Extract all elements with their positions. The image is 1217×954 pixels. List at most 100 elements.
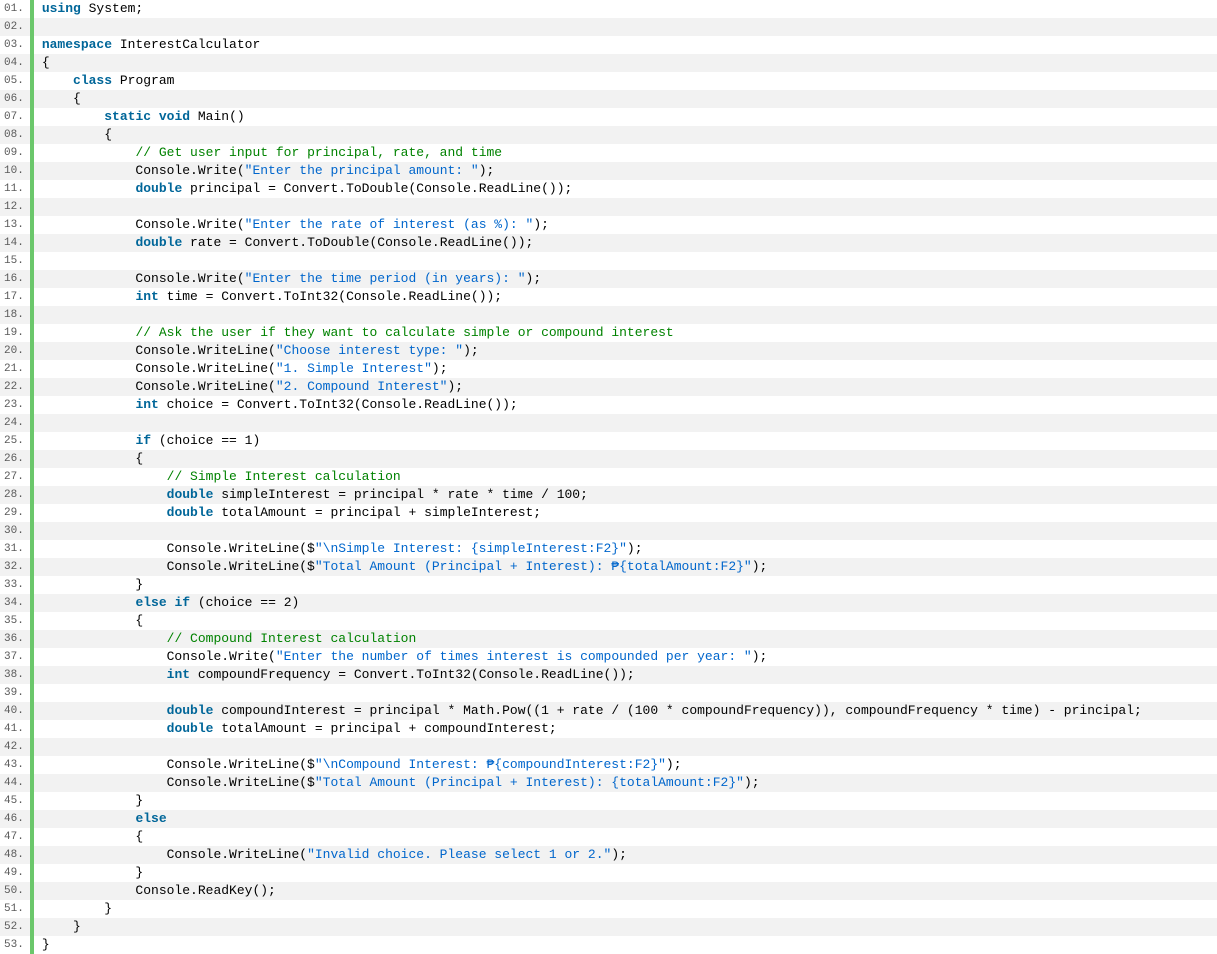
- code-line[interactable]: // Ask the user if they want to calculat…: [34, 324, 1217, 342]
- code-line[interactable]: Console.WriteLine("Invalid choice. Pleas…: [34, 846, 1217, 864]
- line-number: 50.: [0, 882, 30, 900]
- code-line[interactable]: Console.WriteLine("Choose interest type:…: [34, 342, 1217, 360]
- token-pln: [42, 487, 167, 502]
- line-number: 13.: [0, 216, 30, 234]
- code-line[interactable]: double rate = Convert.ToDouble(Console.R…: [34, 234, 1217, 252]
- token-pln: Console.WriteLine(: [42, 847, 307, 862]
- code-line[interactable]: {: [34, 450, 1217, 468]
- token-pln: compoundFrequency = Convert.ToInt32(Cons…: [190, 667, 635, 682]
- token-pln: [42, 289, 136, 304]
- code-line[interactable]: }: [34, 936, 1217, 954]
- token-pln: [42, 109, 104, 124]
- code-line[interactable]: Console.WriteLine("1. Simple Interest");: [34, 360, 1217, 378]
- code-line[interactable]: // Simple Interest calculation: [34, 468, 1217, 486]
- code-line[interactable]: Console.WriteLine($"\nCompound Interest:…: [34, 756, 1217, 774]
- code-line[interactable]: double simpleInterest = principal * rate…: [34, 486, 1217, 504]
- code-line[interactable]: int time = Convert.ToInt32(Console.ReadL…: [34, 288, 1217, 306]
- line-number: 24.: [0, 414, 30, 432]
- code-line[interactable]: [34, 738, 1217, 756]
- code-line[interactable]: double principal = Convert.ToDouble(Cons…: [34, 180, 1217, 198]
- code-line[interactable]: Console.WriteLine($"Total Amount (Princi…: [34, 774, 1217, 792]
- line-number: 30.: [0, 522, 30, 540]
- code-line[interactable]: Console.WriteLine("2. Compound Interest"…: [34, 378, 1217, 396]
- code-line[interactable]: double compoundInterest = principal * Ma…: [34, 702, 1217, 720]
- code-line[interactable]: [34, 306, 1217, 324]
- code-area[interactable]: using System; namespace InterestCalculat…: [34, 0, 1217, 954]
- code-line[interactable]: [34, 414, 1217, 432]
- token-kw: static: [104, 109, 151, 124]
- code-line[interactable]: }: [34, 864, 1217, 882]
- token-pln: totalAmount = principal + simpleInterest…: [213, 505, 541, 520]
- code-line[interactable]: {: [34, 828, 1217, 846]
- code-line[interactable]: [34, 522, 1217, 540]
- code-line[interactable]: else if (choice == 2): [34, 594, 1217, 612]
- token-pln: [42, 505, 167, 520]
- code-line[interactable]: Console.Write("Enter the rate of interes…: [34, 216, 1217, 234]
- line-number: 16.: [0, 270, 30, 288]
- token-pln: [42, 397, 136, 412]
- code-line[interactable]: Console.WriteLine($"Total Amount (Princi…: [34, 558, 1217, 576]
- token-com: // Simple Interest calculation: [167, 469, 401, 484]
- line-number: 47.: [0, 828, 30, 846]
- code-line[interactable]: Console.Write("Enter the time period (in…: [34, 270, 1217, 288]
- token-com: // Compound Interest calculation: [167, 631, 417, 646]
- code-line[interactable]: if (choice == 1): [34, 432, 1217, 450]
- code-line[interactable]: }: [34, 900, 1217, 918]
- code-line[interactable]: int compoundFrequency = Convert.ToInt32(…: [34, 666, 1217, 684]
- code-line[interactable]: {: [34, 90, 1217, 108]
- code-line[interactable]: Console.Write("Enter the principal amoun…: [34, 162, 1217, 180]
- line-number: 33.: [0, 576, 30, 594]
- line-number: 23.: [0, 396, 30, 414]
- code-line[interactable]: {: [34, 126, 1217, 144]
- code-line[interactable]: double totalAmount = principal + compoun…: [34, 720, 1217, 738]
- line-number: 02.: [0, 18, 30, 36]
- token-kw: double: [167, 505, 214, 520]
- line-number: 37.: [0, 648, 30, 666]
- code-line[interactable]: [34, 18, 1217, 36]
- code-line[interactable]: int choice = Convert.ToInt32(Console.Rea…: [34, 396, 1217, 414]
- line-number: 01.: [0, 0, 30, 18]
- token-pln: [42, 703, 167, 718]
- line-number: 19.: [0, 324, 30, 342]
- code-line[interactable]: }: [34, 576, 1217, 594]
- token-pln: Console.WriteLine($: [42, 757, 315, 772]
- token-pln: [151, 109, 159, 124]
- code-line[interactable]: using System;: [34, 0, 1217, 18]
- code-line[interactable]: static void Main(): [34, 108, 1217, 126]
- code-line[interactable]: else: [34, 810, 1217, 828]
- token-pln: simpleInterest = principal * rate * time…: [213, 487, 587, 502]
- token-str: "Total Amount (Principal + Interest): ₱{…: [315, 559, 752, 574]
- line-number: 38.: [0, 666, 30, 684]
- token-pln: );: [752, 649, 768, 664]
- code-line[interactable]: {: [34, 612, 1217, 630]
- code-line[interactable]: double totalAmount = principal + simpleI…: [34, 504, 1217, 522]
- line-number: 31.: [0, 540, 30, 558]
- code-line[interactable]: }: [34, 918, 1217, 936]
- token-pln: Console.WriteLine(: [42, 343, 276, 358]
- code-line[interactable]: class Program: [34, 72, 1217, 90]
- line-number: 36.: [0, 630, 30, 648]
- code-line[interactable]: [34, 252, 1217, 270]
- token-kw: double: [167, 703, 214, 718]
- code-line[interactable]: }: [34, 792, 1217, 810]
- line-number: 05.: [0, 72, 30, 90]
- token-pln: Console.WriteLine($: [42, 541, 315, 556]
- token-pln: }: [42, 919, 81, 934]
- code-line[interactable]: // Compound Interest calculation: [34, 630, 1217, 648]
- code-line[interactable]: // Get user input for principal, rate, a…: [34, 144, 1217, 162]
- token-kw: if: [135, 433, 151, 448]
- code-line[interactable]: [34, 198, 1217, 216]
- line-number: 28.: [0, 486, 30, 504]
- token-pln: Console.ReadKey();: [42, 883, 276, 898]
- token-com: // Ask the user if they want to calculat…: [135, 325, 673, 340]
- code-line[interactable]: Console.WriteLine($"\nSimple Interest: {…: [34, 540, 1217, 558]
- line-number: 18.: [0, 306, 30, 324]
- token-pln: Console.Write(: [42, 217, 245, 232]
- token-pln: }: [42, 901, 112, 916]
- code-line[interactable]: Console.Write("Enter the number of times…: [34, 648, 1217, 666]
- code-line[interactable]: [34, 684, 1217, 702]
- token-str: "2. Compound Interest": [276, 379, 448, 394]
- code-line[interactable]: namespace InterestCalculator: [34, 36, 1217, 54]
- code-line[interactable]: {: [34, 54, 1217, 72]
- code-line[interactable]: Console.ReadKey();: [34, 882, 1217, 900]
